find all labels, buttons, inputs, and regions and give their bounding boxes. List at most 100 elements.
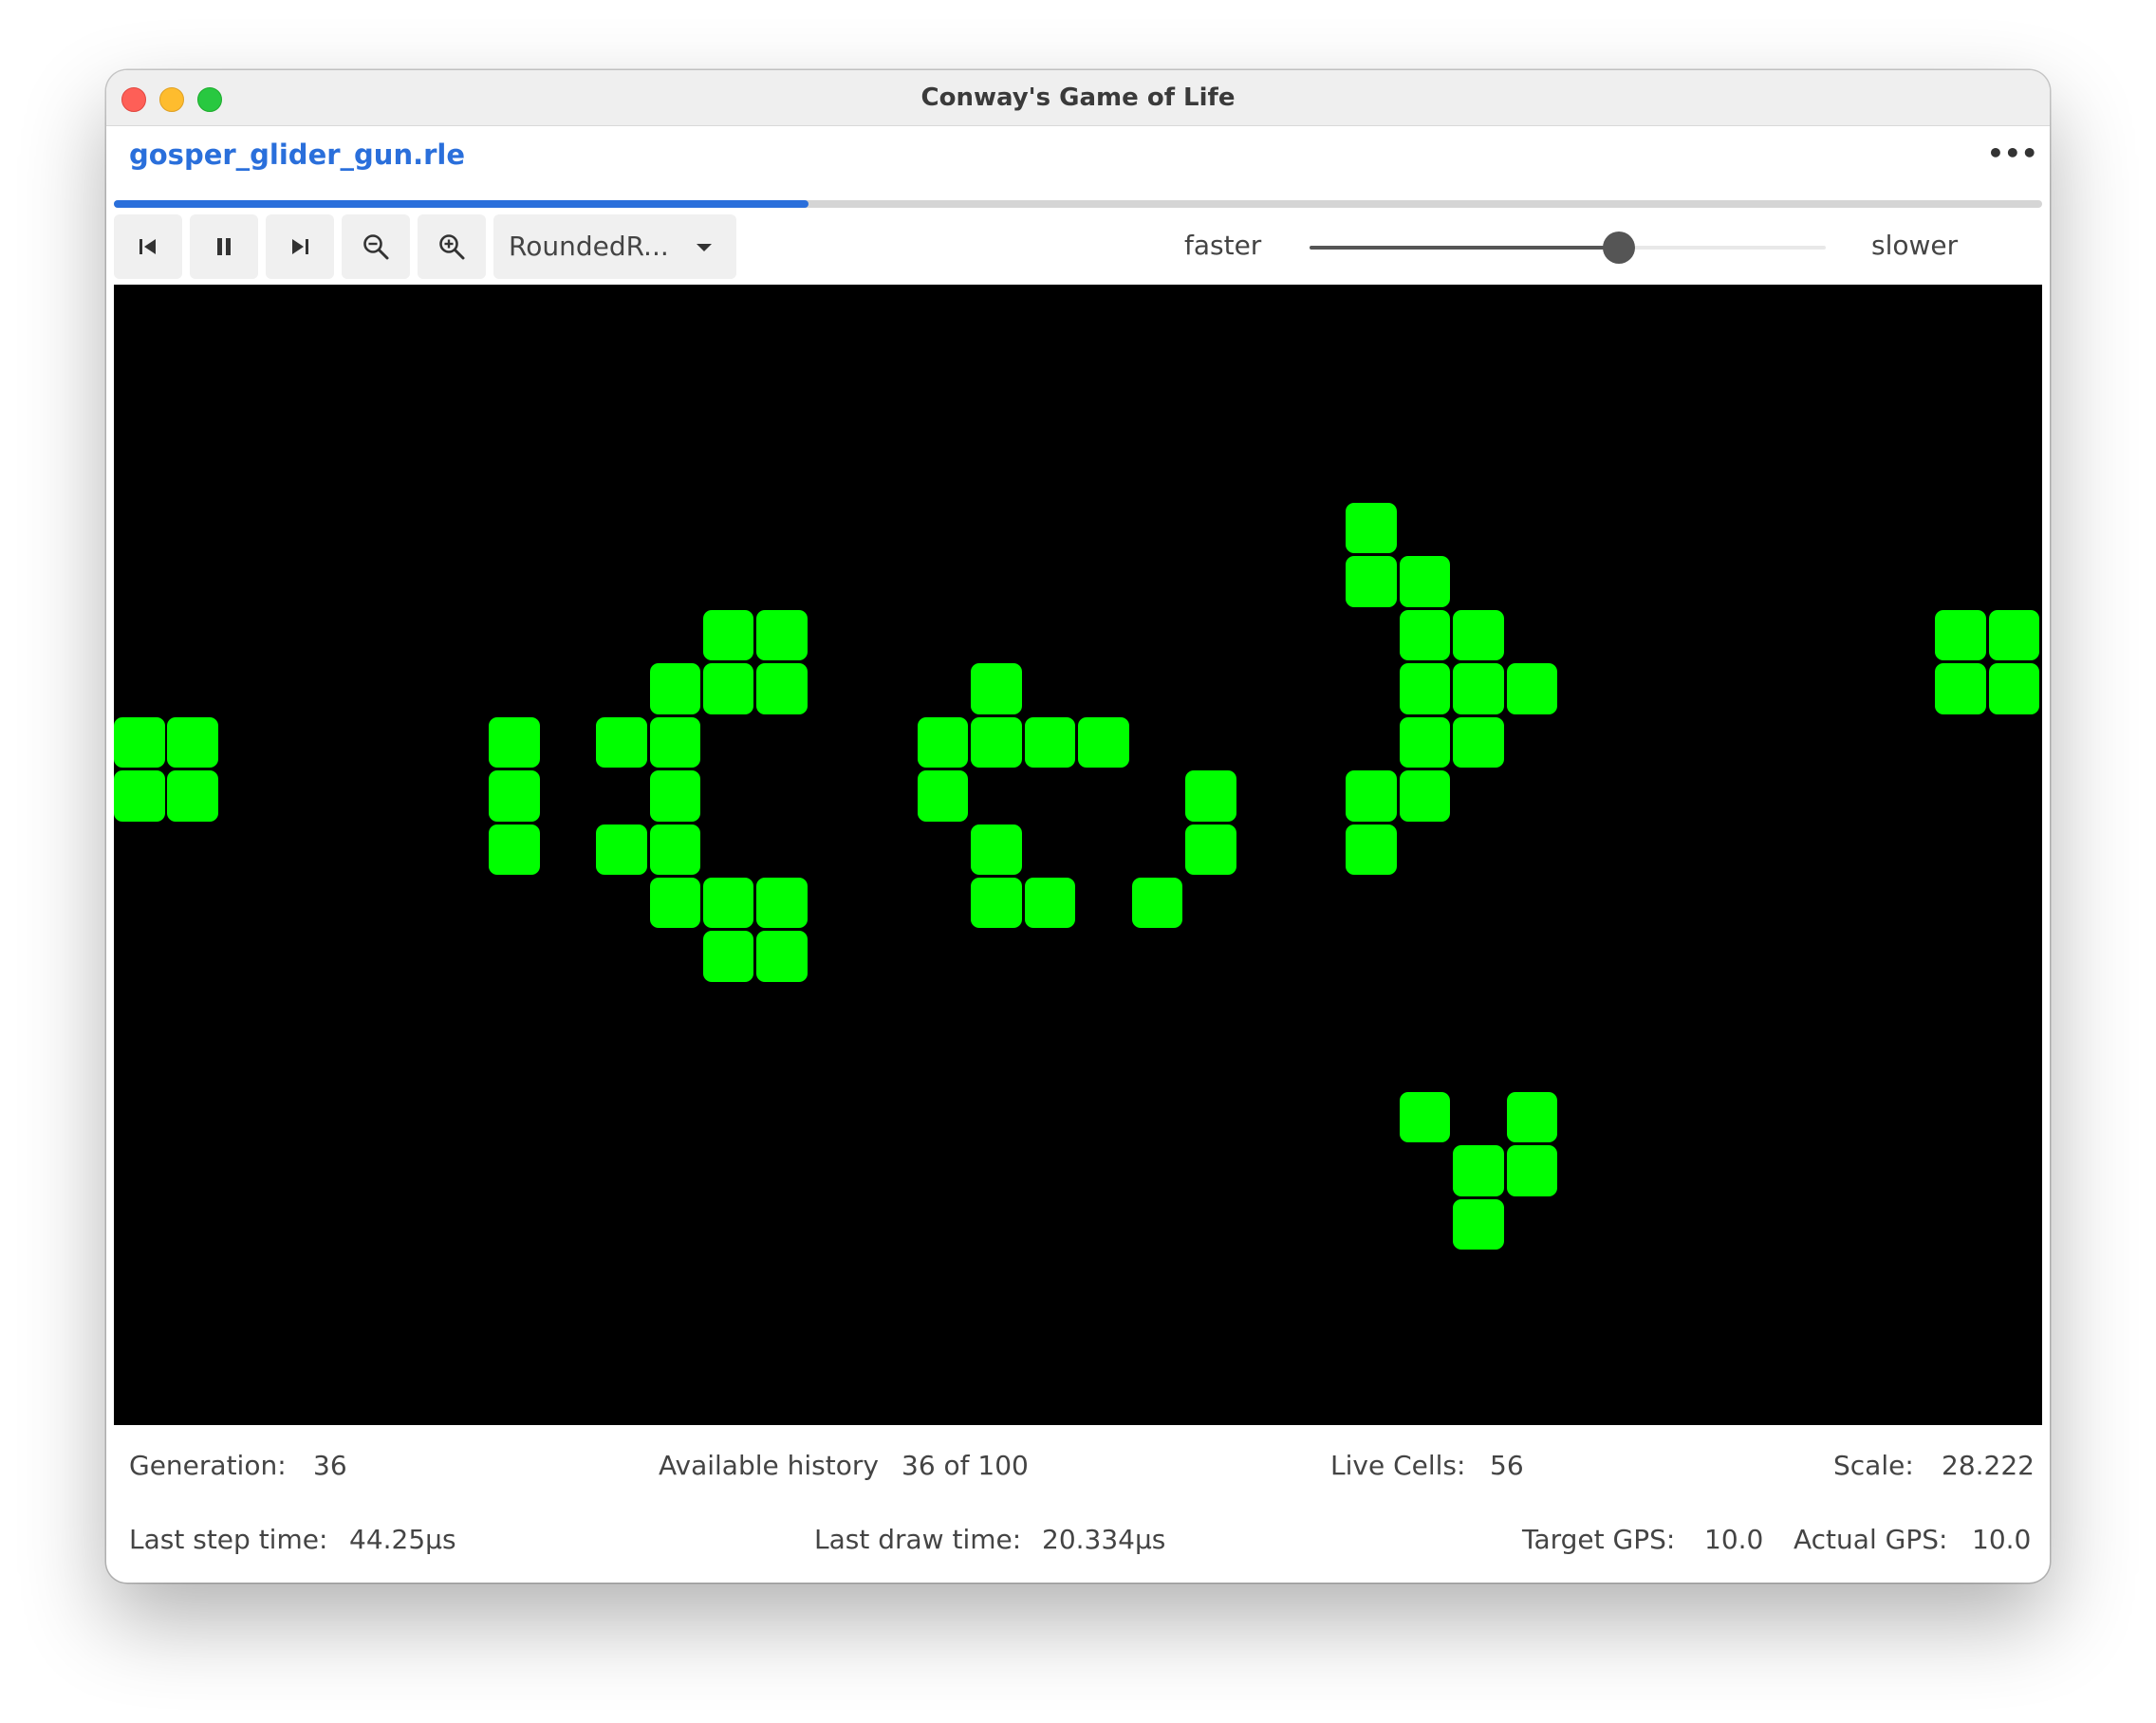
live-cell bbox=[1346, 502, 1397, 554]
live-cell bbox=[1078, 716, 1129, 769]
live-cell bbox=[114, 716, 165, 769]
window-title: Conway's Game of Life bbox=[920, 83, 1236, 112]
live-cell bbox=[1399, 1091, 1451, 1143]
live-cell bbox=[702, 663, 754, 714]
actual-gps-label: Actual GPS: bbox=[1794, 1524, 1948, 1555]
chevron-down-icon bbox=[697, 244, 712, 251]
zoom-out-button[interactable] bbox=[342, 214, 410, 279]
live-cell bbox=[1185, 770, 1236, 822]
live-cell bbox=[971, 663, 1022, 714]
live-cell bbox=[702, 877, 754, 929]
live-cell bbox=[702, 609, 754, 661]
live-cell bbox=[596, 824, 647, 875]
live-cell bbox=[756, 609, 808, 661]
live-cell bbox=[1506, 1145, 1558, 1196]
pause-icon bbox=[217, 238, 231, 255]
live-cell bbox=[489, 824, 540, 875]
live-cell bbox=[649, 716, 700, 769]
live-cell bbox=[1453, 1198, 1504, 1251]
live-cell bbox=[489, 716, 540, 769]
zoom-in-icon bbox=[439, 234, 465, 260]
step-forward-button[interactable] bbox=[266, 214, 334, 279]
live-cell bbox=[1988, 663, 2040, 714]
history-value: 36 of 100 bbox=[901, 1450, 1029, 1481]
tab-bar: gosper_glider_gun.rle ••• bbox=[106, 125, 2050, 186]
live-cell bbox=[1399, 716, 1451, 769]
live-cell bbox=[971, 716, 1022, 769]
live-cell bbox=[1131, 877, 1183, 929]
app-window: Conway's Game of Life gosper_glider_gun.… bbox=[106, 70, 2050, 1583]
live-cell bbox=[1399, 609, 1451, 661]
live-cell bbox=[1346, 556, 1397, 607]
live-cells-label: Live Cells: bbox=[1330, 1450, 1466, 1481]
live-cell bbox=[167, 716, 218, 769]
live-cell bbox=[1935, 609, 1986, 661]
generation-label: Generation: bbox=[129, 1450, 287, 1481]
target-gps-value: 10.0 bbox=[1704, 1524, 1764, 1555]
live-cells-value: 56 bbox=[1490, 1450, 1524, 1481]
zoom-in-button[interactable] bbox=[418, 214, 486, 279]
actual-gps-value: 10.0 bbox=[1972, 1524, 2032, 1555]
speed-slider-thumb[interactable] bbox=[1603, 232, 1636, 264]
scale-value: 28.222 bbox=[1942, 1450, 2035, 1481]
live-cell bbox=[1024, 877, 1076, 929]
speed-slider-fill bbox=[1310, 246, 1620, 250]
live-cell bbox=[1506, 1091, 1558, 1143]
live-cell bbox=[1399, 556, 1451, 607]
live-cell bbox=[917, 770, 969, 822]
generation-value: 36 bbox=[313, 1450, 347, 1481]
target-gps-label: Target GPS: bbox=[1522, 1524, 1676, 1555]
live-cell bbox=[114, 770, 165, 822]
live-cell bbox=[1453, 1145, 1504, 1196]
speed-slider[interactable] bbox=[1310, 246, 1826, 250]
tab-file[interactable]: gosper_glider_gun.rle bbox=[129, 139, 465, 171]
live-cell bbox=[1935, 663, 1986, 714]
pause-button[interactable] bbox=[190, 214, 258, 279]
live-cell bbox=[596, 716, 647, 769]
renderer-select-value: RoundedR... bbox=[509, 231, 669, 262]
live-cell bbox=[1453, 609, 1504, 661]
scale-label: Scale: bbox=[1833, 1450, 1914, 1481]
more-options-button[interactable]: ••• bbox=[1987, 137, 2038, 171]
last-step-time-value: 44.25μs bbox=[349, 1524, 456, 1555]
last-draw-time-label: Last draw time: bbox=[814, 1524, 1022, 1555]
history-progress-bar bbox=[114, 200, 2042, 208]
live-cell bbox=[1399, 770, 1451, 822]
live-cell bbox=[756, 931, 808, 982]
skip-to-start-icon bbox=[139, 239, 156, 254]
history-progress-fill bbox=[114, 200, 808, 208]
speed-slower-label: slower bbox=[1871, 230, 1959, 261]
live-cell bbox=[756, 877, 808, 929]
live-cell bbox=[649, 663, 700, 714]
game-board[interactable] bbox=[114, 285, 2042, 1425]
live-cell bbox=[971, 877, 1022, 929]
live-cell bbox=[702, 931, 754, 982]
status-panel: Generation: 36 Available history 36 of 1… bbox=[106, 1425, 2050, 1583]
title-bar: Conway's Game of Life bbox=[106, 70, 2050, 126]
live-cell bbox=[1024, 716, 1076, 769]
live-cell bbox=[917, 716, 969, 769]
toolbar: RoundedR... faster slower bbox=[114, 213, 2042, 279]
rewind-button[interactable] bbox=[114, 214, 182, 279]
last-draw-time-value: 20.334μs bbox=[1042, 1524, 1166, 1555]
step-forward-icon bbox=[292, 239, 308, 254]
live-cell bbox=[1453, 716, 1504, 769]
live-cell bbox=[1988, 609, 2040, 661]
last-step-time-label: Last step time: bbox=[129, 1524, 328, 1555]
live-cell bbox=[756, 663, 808, 714]
live-cell bbox=[971, 824, 1022, 875]
speed-faster-label: faster bbox=[1184, 230, 1262, 261]
live-cell bbox=[1346, 770, 1397, 822]
live-cell bbox=[1453, 663, 1504, 714]
live-cell bbox=[1185, 824, 1236, 875]
live-cell bbox=[489, 770, 540, 822]
live-cell bbox=[649, 824, 700, 875]
live-cell bbox=[1399, 663, 1451, 714]
live-cell bbox=[649, 770, 700, 822]
live-cell bbox=[649, 877, 700, 929]
zoom-out-icon bbox=[363, 234, 389, 260]
renderer-select[interactable]: RoundedR... bbox=[493, 214, 736, 279]
live-cell bbox=[1346, 824, 1397, 875]
history-label: Available history bbox=[659, 1450, 879, 1481]
live-cell bbox=[1506, 663, 1558, 714]
